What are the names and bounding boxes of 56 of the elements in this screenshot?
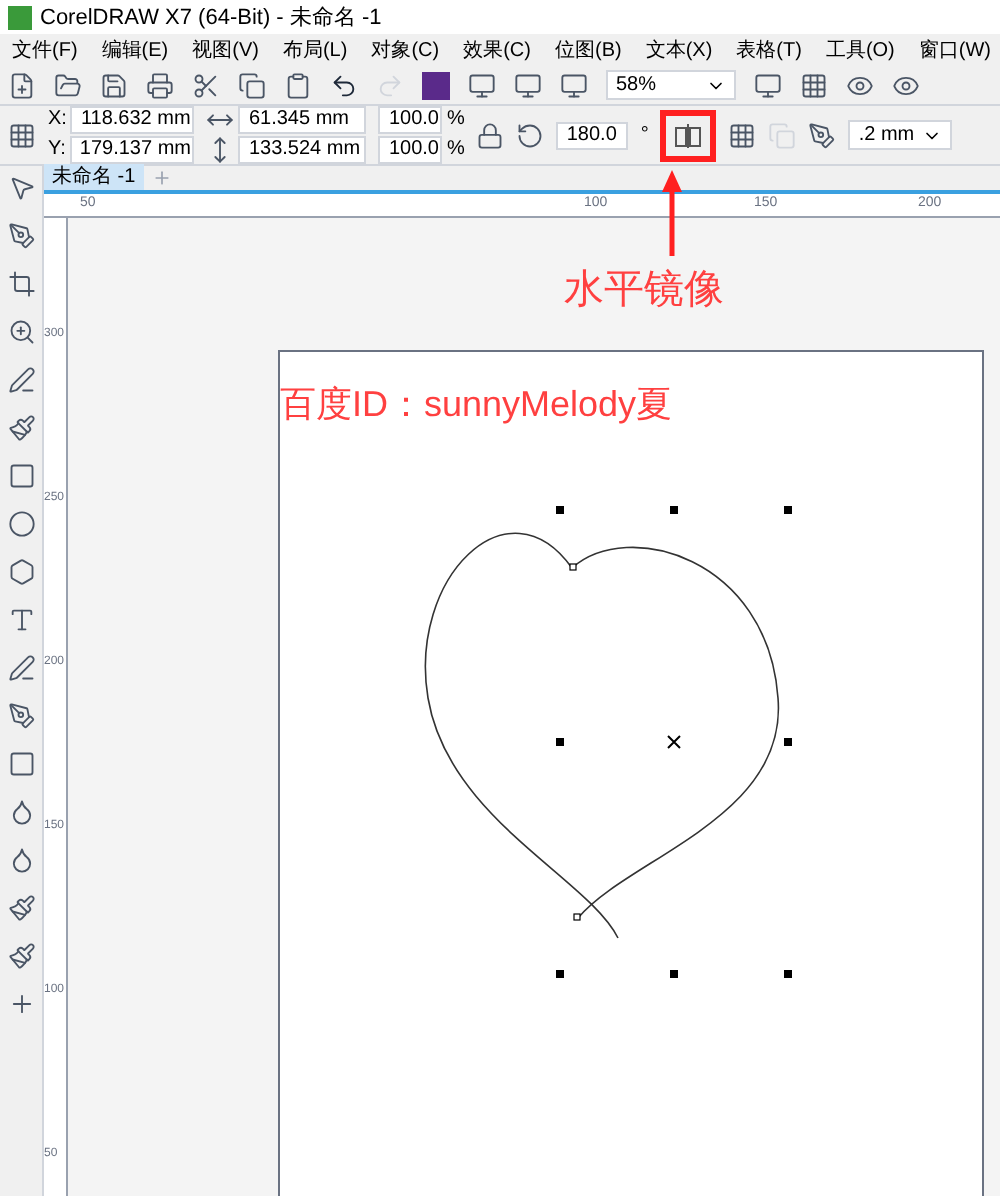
width-field[interactable]: 61.345 mm xyxy=(238,106,367,134)
menu-item[interactable]: 文本(X) xyxy=(645,35,713,65)
y-field[interactable]: 179.137 mm xyxy=(69,136,194,164)
freehand-tool-icon[interactable] xyxy=(7,366,35,394)
undo-icon[interactable] xyxy=(330,71,358,99)
polygon-tool-icon[interactable] xyxy=(7,558,35,586)
percent-sign: % xyxy=(446,108,465,132)
zoom-tool-icon[interactable] xyxy=(7,318,35,346)
document-tab[interactable]: 未命名 -1 xyxy=(44,164,144,190)
height-field[interactable]: 133.524 mm xyxy=(238,136,367,164)
percent-sign: % xyxy=(446,138,465,162)
lock-icon[interactable] xyxy=(476,121,505,149)
text-tool-icon[interactable] xyxy=(7,606,35,634)
pointer-tool-icon[interactable] xyxy=(7,174,35,202)
menu-item[interactable]: 布局(L) xyxy=(282,35,348,65)
print-icon[interactable] xyxy=(146,71,174,99)
rotation-field[interactable]: 180.0 xyxy=(556,121,629,149)
scale-x-field[interactable]: 100.0 xyxy=(378,106,443,134)
menu-item[interactable]: 文件(F) xyxy=(12,35,78,65)
copy-icon[interactable] xyxy=(238,71,266,99)
app-logo-icon xyxy=(8,5,32,29)
ellipse-tool-icon[interactable] xyxy=(7,510,35,538)
credit-text: 百度ID：sunnyMelody夏 xyxy=(280,382,673,428)
outline-width-dropdown[interactable]: .2 mm xyxy=(848,120,953,150)
menu-item[interactable]: 位图(B) xyxy=(554,35,622,65)
rectangle-tool-icon[interactable] xyxy=(7,462,35,490)
reference-point-icon[interactable] xyxy=(8,121,36,149)
crop-tool-icon[interactable] xyxy=(7,270,35,298)
open-folder-icon[interactable] xyxy=(54,71,82,99)
artistic-media-icon[interactable] xyxy=(7,414,35,442)
mirror-icon xyxy=(674,123,703,147)
save-icon[interactable] xyxy=(100,71,128,99)
scissors-icon[interactable] xyxy=(192,71,220,99)
annotation-label: 水平镜像 xyxy=(564,266,724,316)
zoom-dropdown[interactable]: 58% xyxy=(606,70,736,100)
y-label: Y: xyxy=(48,138,66,162)
menu-item[interactable]: 视图(V) xyxy=(192,35,259,65)
paste-icon[interactable] xyxy=(284,71,312,99)
menu-item[interactable]: 对象(C) xyxy=(371,35,440,65)
menu-item[interactable]: 编辑(E) xyxy=(101,35,169,65)
degree-sign: ° xyxy=(640,123,649,147)
outline-pen-icon[interactable] xyxy=(808,121,837,149)
window-title: CorelDRAW X7 (64-Bit) - 未命名 -1 xyxy=(40,5,382,29)
menu-item[interactable]: 效果(C) xyxy=(463,35,531,65)
menu-item[interactable]: 表格(T) xyxy=(736,35,802,65)
menu-item[interactable]: 工具(O) xyxy=(825,35,895,65)
rotate-icon[interactable] xyxy=(516,121,545,149)
add-tool-icon[interactable] xyxy=(7,990,35,1018)
mirror-horizontal-button[interactable] xyxy=(660,109,717,161)
new-file-icon[interactable] xyxy=(8,71,36,99)
x-field[interactable]: 118.632 mm xyxy=(70,106,195,134)
menu-item[interactable]: 窗口(W) xyxy=(918,35,992,65)
x-label: X: xyxy=(48,108,67,132)
fill-tool-icon[interactable] xyxy=(7,894,35,922)
annotation-arrow xyxy=(660,168,684,260)
scale-y-field[interactable]: 100.0 xyxy=(378,136,443,164)
